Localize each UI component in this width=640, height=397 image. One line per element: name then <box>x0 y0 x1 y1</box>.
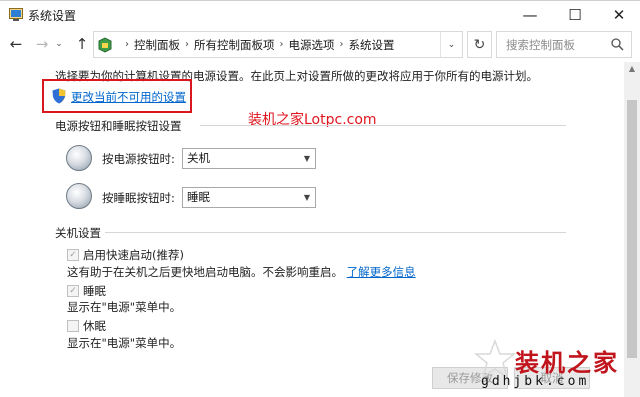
recent-locations-dropdown[interactable]: ⌄ <box>52 34 66 54</box>
watermark-logo-text: 装机之家 <box>515 348 619 377</box>
power-button-label: 按电源按钮时: <box>102 152 175 166</box>
watermark-url: gdhjbk.com <box>481 374 590 389</box>
forward-button[interactable]: → <box>32 34 52 54</box>
navigation-bar: ← → ⌄ ↑ › 控制面板 › 所有控制面板项 › 电源选项 › 系统设置 ⌄… <box>0 28 640 62</box>
breadcrumb-power-options[interactable]: 电源选项 <box>289 37 335 53</box>
address-bar[interactable]: › 控制面板 › 所有控制面板项 › 电源选项 › 系统设置 ⌄ <box>93 31 463 58</box>
sleep-button-action-value: 睡眠 <box>187 190 210 204</box>
power-button-action-value: 关机 <box>187 151 210 165</box>
sleep-label: 睡眠 <box>83 284 106 298</box>
maximize-button[interactable]: ☐ <box>553 1 597 29</box>
search-icon <box>611 38 624 51</box>
section-divider <box>200 125 566 126</box>
window-title: 系统设置 <box>28 9 77 23</box>
section-divider <box>105 232 566 233</box>
uac-shield-icon <box>52 88 66 104</box>
fast-startup-description: 这有助于在关机之后更快地启动电脑。不会影响重启。 了解更多信息 <box>67 265 416 279</box>
chevron-down-icon: ▼ <box>303 154 310 163</box>
breadcrumb-system-settings[interactable]: 系统设置 <box>349 37 395 53</box>
sleep-description: 显示在"电源"菜单中。 <box>67 300 182 314</box>
breadcrumb-all-items[interactable]: 所有控制面板项 <box>194 37 275 53</box>
fast-startup-label: 启用快速启动(推荐) <box>83 248 184 262</box>
power-button-icon <box>66 145 92 171</box>
power-buttons-section-title: 电源按钮和睡眠按钮设置 <box>55 119 182 133</box>
chevron-down-icon: ▼ <box>303 193 310 202</box>
fast-startup-checkbox[interactable]: ✓ <box>67 249 79 261</box>
change-unavailable-settings-link[interactable]: 更改当前不可用的设置 <box>71 89 186 105</box>
sleep-button-icon <box>66 183 92 209</box>
hibernate-checkbox[interactable] <box>67 320 79 332</box>
hibernate-description: 显示在"电源"菜单中。 <box>67 336 182 350</box>
chevron-right-icon[interactable]: › <box>185 39 189 50</box>
up-button[interactable]: ↑ <box>72 34 92 54</box>
title-bar: 系统设置 — ☐ ✕ <box>0 0 640 28</box>
star-logo-icon <box>473 339 517 379</box>
address-dropdown-button[interactable]: ⌄ <box>440 32 462 57</box>
scrollbar-thumb[interactable] <box>627 100 637 358</box>
watermark-text: 装机之家Lotpc.com <box>248 112 377 128</box>
back-button[interactable]: ← <box>6 34 26 54</box>
shutdown-section-title: 关机设置 <box>55 226 101 240</box>
sleep-button-action-select[interactable]: 睡眠 ▼ <box>182 187 316 208</box>
sleep-button-label: 按睡眠按钮时: <box>102 191 175 205</box>
search-placeholder: 搜索控制面板 <box>506 37 575 52</box>
power-options-icon <box>9 8 23 21</box>
minimize-button[interactable]: — <box>508 1 552 29</box>
chevron-right-icon[interactable]: › <box>340 39 344 50</box>
sleep-checkbox[interactable]: ✓ <box>67 285 79 297</box>
site-watermark: 装机之家 gdhjbk.com <box>467 337 637 397</box>
chevron-right-icon[interactable]: › <box>280 39 284 50</box>
power-button-action-select[interactable]: 关机 ▼ <box>182 148 316 169</box>
hibernate-label: 休眠 <box>83 319 106 333</box>
close-button[interactable]: ✕ <box>597 1 640 29</box>
breadcrumb-control-panel[interactable]: 控制面板 <box>134 37 180 53</box>
chevron-right-icon: › <box>125 39 129 50</box>
learn-more-link[interactable]: 了解更多信息 <box>347 265 416 279</box>
control-panel-icon <box>98 36 112 53</box>
scroll-up-icon[interactable]: ▲ <box>624 62 640 76</box>
search-input[interactable]: 搜索控制面板 <box>496 31 632 58</box>
refresh-button[interactable]: ↻ <box>467 31 492 58</box>
